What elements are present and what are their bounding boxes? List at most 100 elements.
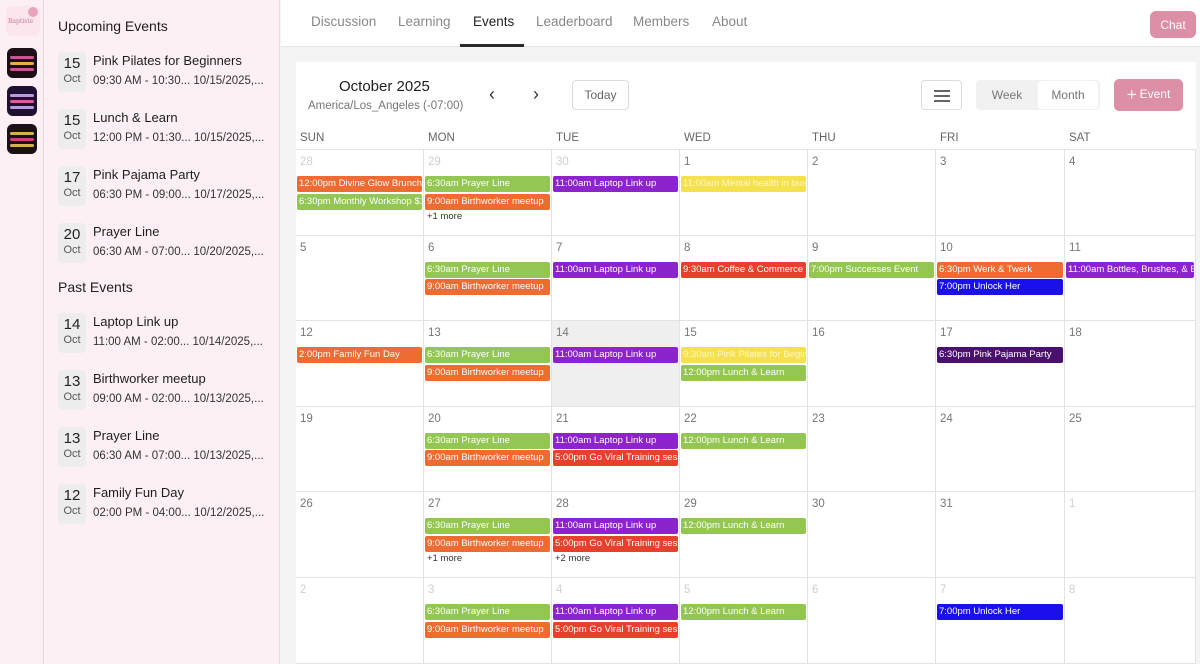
event-list-item[interactable]: 15 Oct Pink Pilates for Beginners 09:30 AM … (58, 52, 273, 94)
more-events-link[interactable]: +1 more (427, 211, 462, 222)
calendar-event[interactable]: 12:00pm Lunch & Learn (681, 364, 806, 381)
calendar-event[interactable]: 6:30am Prayer Line (425, 347, 550, 364)
calendar-day-cell[interactable]: 24 (936, 406, 1065, 493)
calendar-event[interactable]: 7:00pm Unlock Her (937, 279, 1063, 296)
calendar-day-cell[interactable]: 21 11:00am Laptop Link up 5:00pm Go Viral … (552, 406, 680, 493)
calendar-day-cell[interactable]: 30 (808, 492, 936, 578)
calendar-day-cell[interactable]: 3 (936, 150, 1065, 236)
chevron-left-icon[interactable]: ‹ (483, 84, 501, 104)
calendar-day-cell[interactable]: 10 6:30pm Werk & Twerk 7:00pm Unlock Her (936, 235, 1065, 322)
calendar-event[interactable]: 9:00am Birthworker meetup (425, 621, 550, 638)
calendar-event[interactable]: 6:30pm Monthly Workshop $1 (297, 193, 422, 210)
calendar-day-cell[interactable]: 7 11:00am Laptop Link up (552, 235, 680, 322)
calendar-day-cell[interactable]: 14 11:00am Laptop Link up (552, 321, 680, 407)
calendar-event[interactable]: 11:00am Laptop Link up (553, 518, 678, 535)
calendar-day-cell[interactable]: 28 11:00am Laptop Link up 5:00pm Go Viral … (552, 492, 680, 578)
calendar-event[interactable]: 5:00pm Go Viral Training sess (553, 621, 678, 638)
calendar-event[interactable]: 9:00am Birthworker meetup (425, 193, 550, 210)
calendar-event[interactable]: 11:00am Laptop Link up (553, 604, 678, 620)
calendar-event[interactable]: 6:30am Prayer Line (425, 261, 550, 278)
calendar-day-cell[interactable]: 11 11:00am Bottles, Brushes, & B (1065, 235, 1196, 322)
calendar-day-cell[interactable]: 5 (296, 235, 424, 322)
calendar-day-cell[interactable]: 9 7:00pm Successes Event (808, 235, 936, 322)
calendar-event[interactable]: 11:00am Laptop Link up (553, 261, 678, 278)
chat-button[interactable]: Chat (1150, 11, 1196, 38)
today-button[interactable]: Today (572, 80, 629, 110)
calendar-day-cell[interactable]: 13 6:30am Prayer Line 9:00am Birthworker m… (424, 321, 552, 407)
event-list-item[interactable]: 13 Oct Prayer Line 06:30 AM - 07:00... 10/1… (58, 427, 273, 469)
calendar-event[interactable]: 11:00am Laptop Link up (553, 432, 678, 449)
week-view-button[interactable]: Week (976, 80, 1038, 110)
calendar-event[interactable]: 2:00pm Family Fun Day (297, 347, 422, 364)
chevron-right-icon[interactable]: › (527, 84, 545, 104)
calendar-day-cell[interactable]: 31 (936, 492, 1065, 578)
calendar-event[interactable]: 9:00am Birthworker meetup (425, 279, 550, 296)
event-list-item[interactable]: 13 Oct Birthworker meetup 09:00 AM - 02:00.… (58, 370, 273, 412)
calendar-event[interactable]: 9:00am Birthworker meetup (425, 364, 550, 381)
event-list-item[interactable]: 12 Oct Family Fun Day 02:00 PM - 04:00... 1… (58, 484, 273, 526)
tab-members[interactable]: Members (633, 14, 689, 29)
calendar-event[interactable]: 6:30am Prayer Line (425, 432, 550, 449)
calendar-event[interactable]: 9:30am Coffee & Commerce (681, 261, 806, 278)
month-view-button[interactable]: Month (1038, 81, 1098, 109)
list-view-button[interactable] (921, 80, 962, 110)
calendar-day-cell[interactable]: 2 (808, 150, 936, 236)
calendar-day-cell[interactable]: 28 12:00pm Divine Glow Brunch 6:30pm Month… (296, 150, 424, 236)
tab-learning[interactable]: Learning (398, 14, 451, 29)
calendar-day-cell[interactable]: 26 (296, 492, 424, 578)
calendar-day-cell[interactable]: 6 6:30am Prayer Line 9:00am Birthworker me… (424, 235, 552, 322)
calendar-day-cell[interactable]: 4 11:00am Laptop Link up 5:00pm Go Viral T… (552, 578, 680, 664)
calendar-day-cell[interactable]: 15 9:30am Pink Pilates for Begin 12:00pm L… (680, 321, 808, 407)
calendar-day-cell[interactable]: 2 (296, 578, 424, 664)
calendar-event[interactable]: 12:00pm Lunch & Learn (681, 432, 806, 449)
calendar-day-cell[interactable]: 5 12:00pm Lunch & Learn (680, 578, 808, 664)
calendar-day-cell[interactable]: 4 (1065, 150, 1196, 236)
tab-discussion[interactable]: Discussion (311, 14, 376, 29)
calendar-event[interactable]: 6:30am Prayer Line (425, 518, 550, 535)
calendar-day-cell[interactable]: 22 12:00pm Lunch & Learn (680, 406, 808, 493)
more-events-link[interactable]: +1 more (427, 553, 462, 564)
calendar-day-cell[interactable]: 29 6:30am Prayer Line 9:00am Birthworker m… (424, 150, 552, 236)
calendar-event[interactable]: 12:00pm Lunch & Learn (681, 518, 806, 535)
calendar-day-cell[interactable]: 8 (1065, 578, 1196, 664)
calendar-event[interactable]: 12:00pm Lunch & Learn (681, 604, 806, 620)
calendar-event[interactable]: 9:00am Birthworker meetup (425, 450, 550, 467)
community-switch-2[interactable] (7, 86, 37, 116)
calendar-event[interactable]: 9:30am Pink Pilates for Begin (681, 347, 806, 364)
add-event-button[interactable]: + Event (1114, 79, 1183, 111)
calendar-event[interactable]: 11:00am Bottles, Brushes, & B (1066, 261, 1194, 278)
community-switch-3[interactable] (7, 124, 37, 154)
calendar-day-cell[interactable]: 7 7:00pm Unlock Her (936, 578, 1065, 664)
community-switch-1[interactable] (7, 48, 37, 78)
calendar-event[interactable]: 6:30am Prayer Line (425, 604, 550, 620)
calendar-event[interactable]: 11:00am Laptop Link up (553, 347, 678, 364)
calendar-day-cell[interactable]: 29 12:00pm Lunch & Learn (680, 492, 808, 578)
event-list-item[interactable]: 17 Oct Pink Pajama Party 06:30 PM - 09:00..… (58, 166, 273, 208)
calendar-event[interactable]: 5:00pm Go Viral Training sess (553, 450, 678, 467)
calendar-day-cell[interactable]: 18 (1065, 321, 1196, 407)
calendar-event[interactable]: 12:00pm Divine Glow Brunch (297, 176, 422, 192)
tab-events[interactable]: Events (473, 14, 514, 29)
calendar-event[interactable]: 9:00am Birthworker meetup (425, 535, 550, 552)
calendar-event[interactable]: 11:00am Laptop Link up (553, 176, 678, 192)
calendar-day-cell[interactable]: 1 11:00am Mental health in bus (680, 150, 808, 236)
event-list-item[interactable]: 14 Oct Laptop Link up 11:00 AM - 02:00... 1… (58, 313, 273, 355)
calendar-event[interactable]: 6:30am Prayer Line (425, 176, 550, 192)
calendar-day-cell[interactable]: 3 6:30am Prayer Line 9:00am Birthworker me… (424, 578, 552, 664)
tab-leaderboard[interactable]: Leaderboard (536, 14, 613, 29)
calendar-day-cell[interactable]: 23 (808, 406, 936, 493)
calendar-day-cell[interactable]: 27 6:30am Prayer Line 9:00am Birthworker m… (424, 492, 552, 578)
calendar-event[interactable]: 11:00am Mental health in bus (681, 176, 806, 192)
community-logo[interactable]: Baptiste (6, 6, 40, 36)
calendar-day-cell[interactable]: 30 11:00am Laptop Link up (552, 150, 680, 236)
calendar-day-cell[interactable]: 25 (1065, 406, 1196, 493)
calendar-day-cell[interactable]: 8 9:30am Coffee & Commerce (680, 235, 808, 322)
calendar-event[interactable]: 7:00pm Unlock Her (937, 604, 1063, 620)
calendar-day-cell[interactable]: 17 6:30pm Pink Pajama Party (936, 321, 1065, 407)
more-events-link[interactable]: +2 more (555, 553, 590, 564)
event-list-item[interactable]: 15 Oct Lunch & Learn 12:00 PM - 01:30... 10… (58, 109, 273, 151)
event-list-item[interactable]: 20 Oct Prayer Line 06:30 AM - 07:00... 10/2… (58, 223, 273, 265)
tab-about[interactable]: About (712, 14, 747, 29)
calendar-event[interactable]: 7:00pm Successes Event (809, 261, 934, 278)
calendar-day-cell[interactable]: 20 6:30am Prayer Line 9:00am Birthworker m… (424, 406, 552, 493)
